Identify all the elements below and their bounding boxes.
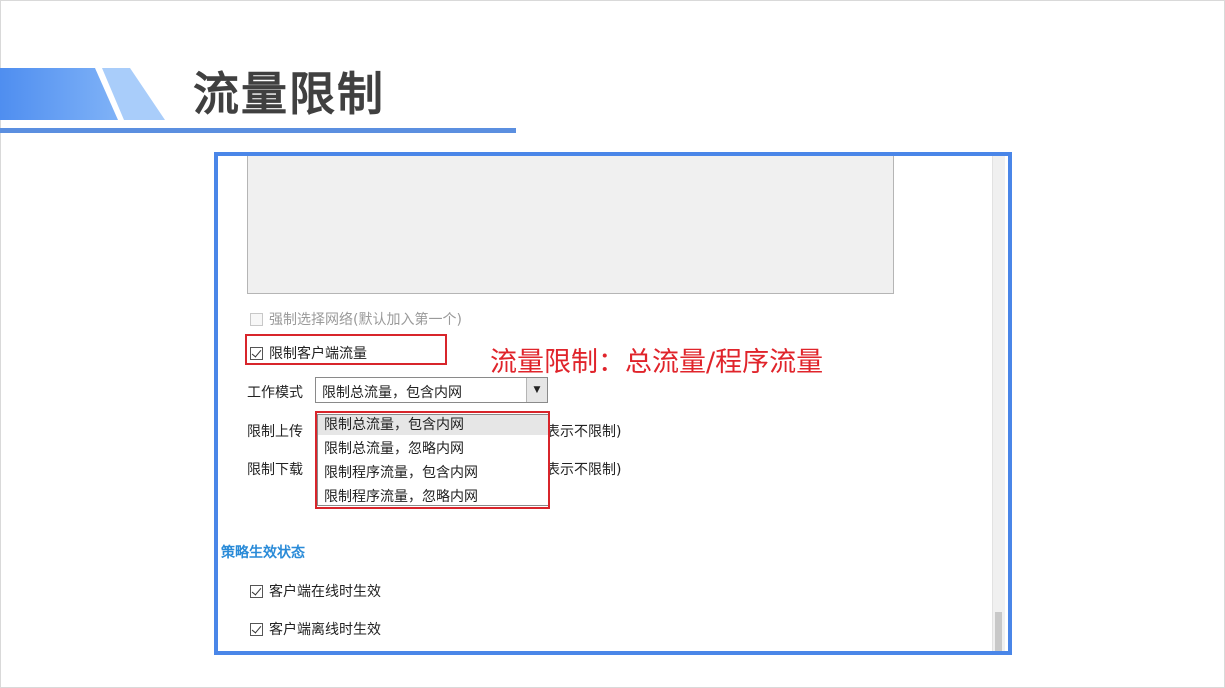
work-mode-label: 工作模式 xyxy=(247,385,303,401)
highlight-box-limit-traffic xyxy=(245,334,447,365)
upload-limit-label: 限制上传 xyxy=(247,424,303,440)
force-network-option[interactable]: 强制选择网络(默认加入第一个) xyxy=(250,309,462,329)
offline-effective-checkbox[interactable] xyxy=(250,622,263,636)
online-effective-label: 客户端在线时生效 xyxy=(269,584,381,600)
network-list-box[interactable] xyxy=(247,156,894,294)
work-mode-select[interactable]: 限制总流量，包含内网 ▼ xyxy=(315,377,548,403)
slide-title: 流量限制 xyxy=(193,67,385,121)
vertical-scrollbar[interactable] xyxy=(992,156,1005,651)
force-network-label: 强制选择网络(默认加入第一个) xyxy=(269,312,462,328)
work-mode-selected-value: 限制总流量，包含内网 xyxy=(322,385,462,401)
offline-effective-option[interactable]: 客户端离线时生效 xyxy=(250,619,381,639)
title-banner-decoration xyxy=(0,68,165,120)
offline-effective-label: 客户端离线时生效 xyxy=(269,622,381,638)
settings-panel: 强制选择网络(默认加入第一个) 限制客户端流量 流量限制：总流量/程序流量 工作… xyxy=(218,156,1008,651)
upload-limit-hint: 表示不限制) xyxy=(546,424,622,440)
highlight-box-options xyxy=(315,411,550,509)
traffic-annotation: 流量限制：总流量/程序流量 xyxy=(490,347,824,378)
title-underline xyxy=(0,128,516,133)
chevron-down-icon[interactable]: ▼ xyxy=(526,378,547,402)
scrollbar-thumb[interactable] xyxy=(995,612,1002,651)
download-limit-label: 限制下载 xyxy=(247,462,303,478)
online-effective-option[interactable]: 客户端在线时生效 xyxy=(250,581,381,601)
force-network-checkbox[interactable] xyxy=(250,312,263,326)
screenshot-frame: 强制选择网络(默认加入第一个) 限制客户端流量 流量限制：总流量/程序流量 工作… xyxy=(214,152,1012,655)
policy-section-title: 策略生效状态 xyxy=(221,545,305,561)
online-effective-checkbox[interactable] xyxy=(250,584,263,598)
download-limit-hint: 表示不限制) xyxy=(546,462,622,478)
